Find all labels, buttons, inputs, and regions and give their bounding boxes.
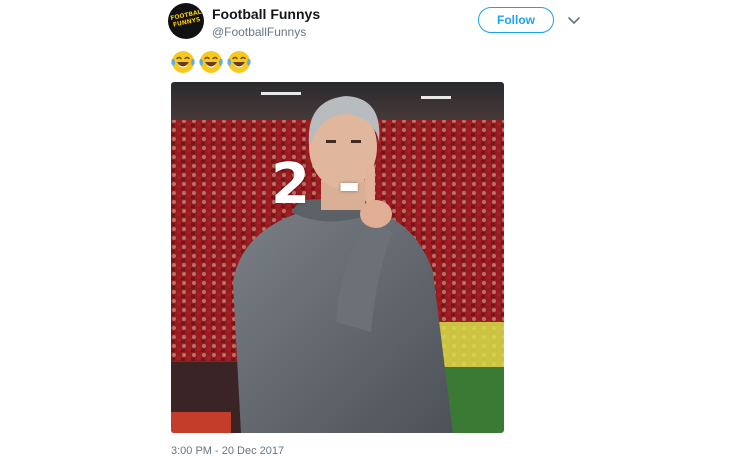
tweet-timestamp[interactable]: 3:00 PM - 20 Dec 2017 (171, 445, 284, 457)
chevron-down-icon[interactable] (566, 12, 582, 28)
face-with-tears-of-joy-icon (227, 51, 251, 73)
tweet-text (170, 49, 252, 75)
follow-button[interactable]: Follow (478, 7, 554, 33)
avatar[interactable]: FOOTBALL FUNNYS (168, 3, 204, 39)
face-with-tears-of-joy-icon (171, 51, 195, 73)
author-handle[interactable]: @FootballFunnys (212, 25, 306, 39)
tweet-photo[interactable]: 2 - (171, 82, 504, 433)
photo-illustration (171, 82, 504, 433)
tweet-card: FOOTBALL FUNNYS Football Funnys @Footbal… (0, 0, 750, 460)
avatar-logo-text: FOOTBALL FUNNYS (169, 7, 204, 29)
media-overlay-text: 2 - (271, 152, 365, 217)
author-display-name[interactable]: Football Funnys (212, 6, 320, 22)
face-with-tears-of-joy-icon (199, 51, 223, 73)
